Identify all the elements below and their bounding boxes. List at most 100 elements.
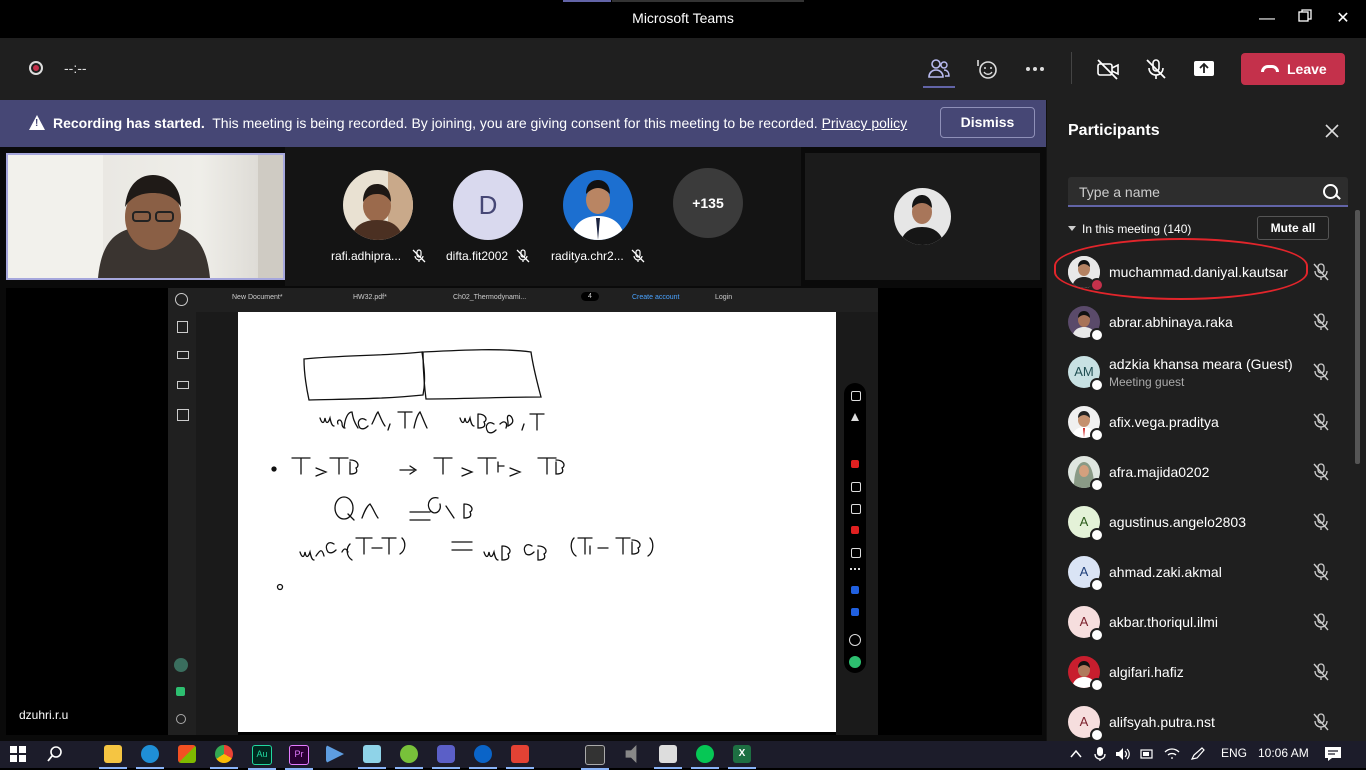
shared-tab-3: Ch02_Thermodynami... xyxy=(453,294,527,301)
participant-row[interactable]: afix.vega.praditya xyxy=(1047,400,1352,450)
chevron-up-icon[interactable] xyxy=(1070,749,1082,759)
notepad-icon[interactable] xyxy=(358,745,386,769)
more-participants-button[interactable]: +135 xyxy=(673,168,743,238)
notifications-icon[interactable] xyxy=(1324,746,1342,762)
participant-row[interactable]: A akbar.thoriqul.ilmi xyxy=(1047,600,1352,650)
title-accent-2 xyxy=(612,0,804,2)
status-badge xyxy=(1090,728,1104,741)
participant-video-tile[interactable] xyxy=(805,153,1040,280)
more-actions-button[interactable] xyxy=(1022,56,1048,82)
chevron-down-icon xyxy=(1068,226,1076,231)
privacy-policy-link[interactable]: Privacy policy xyxy=(822,115,908,131)
mic-off-icon xyxy=(412,249,426,263)
language-indicator[interactable]: ENG xyxy=(1221,746,1247,760)
teams-icon[interactable] xyxy=(432,745,460,769)
participants-panel: Participants Type a name In this meeting… xyxy=(1046,100,1366,741)
banner-text: Recording has started. This meeting is b… xyxy=(53,115,907,131)
participant-name: algifari.hafiz xyxy=(1109,664,1184,680)
maximize-button[interactable] xyxy=(1294,8,1316,30)
mic-off-icon[interactable] xyxy=(1313,663,1329,681)
participant-row[interactable]: A alifsyah.putra.nst xyxy=(1047,700,1352,741)
microphone-icon[interactable] xyxy=(1094,746,1106,762)
shared-tab-2: HW32.pdf* xyxy=(353,294,387,301)
mic-off-icon[interactable] xyxy=(1313,713,1329,731)
search-input[interactable]: Type a name xyxy=(1068,177,1348,207)
toolbar-separator xyxy=(1071,52,1072,84)
in-meeting-header[interactable]: In this meeting (140) xyxy=(1068,222,1191,236)
pen-toolbar xyxy=(844,383,866,673)
close-icon[interactable] xyxy=(1323,122,1341,140)
mic-off-icon[interactable] xyxy=(1313,613,1329,631)
pen-icon[interactable] xyxy=(1190,747,1206,761)
utorrent-icon[interactable] xyxy=(395,745,423,769)
participants-toggle-button[interactable] xyxy=(923,56,955,88)
banner-message: This meeting is being recorded. By joini… xyxy=(212,115,818,131)
leave-button[interactable]: Leave xyxy=(1241,53,1345,85)
file-explorer-icon[interactable] xyxy=(99,745,127,769)
webex-icon[interactable] xyxy=(469,745,497,769)
media-player-icon[interactable] xyxy=(326,745,344,763)
excel-icon[interactable]: X xyxy=(728,745,756,769)
create-account-link: Create account xyxy=(632,294,680,301)
ppt-tool-icon[interactable] xyxy=(506,745,534,769)
participant-row[interactable]: algifari.hafiz xyxy=(1047,650,1352,700)
pointer-icon xyxy=(851,413,859,421)
premiere-icon[interactable]: Pr xyxy=(285,745,313,770)
mic-off-icon[interactable] xyxy=(1313,513,1329,531)
people-icon xyxy=(928,59,950,78)
mute-all-button[interactable]: Mute all xyxy=(1257,216,1329,240)
in-meeting-label: In this meeting (140) xyxy=(1082,222,1192,236)
participant-name: ahmad.zaki.akmal xyxy=(1109,564,1222,580)
participant-row[interactable]: abrar.abhinaya.raka xyxy=(1047,300,1352,350)
edge-icon[interactable] xyxy=(136,745,164,769)
leave-label: Leave xyxy=(1287,61,1327,77)
close-window-button[interactable]: ✕ xyxy=(1332,8,1354,30)
red-circle-annotation xyxy=(1054,238,1308,300)
red-marker-icon xyxy=(851,526,859,534)
volume-icon[interactable] xyxy=(1115,747,1131,761)
search-icon[interactable] xyxy=(46,745,64,763)
status-badge xyxy=(1090,378,1104,392)
mic-off-icon[interactable] xyxy=(1313,463,1329,481)
participant-row[interactable]: A agustinus.angelo2803 xyxy=(1047,500,1352,550)
login-link: Login xyxy=(715,294,733,301)
store-icon[interactable] xyxy=(178,745,196,763)
clock[interactable]: 10:06 AM xyxy=(1258,746,1309,760)
self-video-tile[interactable] xyxy=(6,153,285,280)
status-badge xyxy=(1090,528,1104,542)
participant-row[interactable]: A ahmad.zaki.akmal xyxy=(1047,550,1352,600)
battery-icon[interactable] xyxy=(1140,747,1154,761)
mic-off-icon[interactable] xyxy=(1313,313,1329,331)
windows-start-icon[interactable] xyxy=(9,745,27,763)
dismiss-button[interactable]: Dismiss xyxy=(940,107,1035,138)
line-icon[interactable] xyxy=(691,745,719,769)
mic-off-icon[interactable] xyxy=(1313,263,1329,281)
terminal-icon[interactable] xyxy=(581,745,609,770)
strip-name-rafi: rafi.adhipra... xyxy=(331,249,402,263)
mic-toggle-button[interactable] xyxy=(1143,56,1169,82)
share-screen-button[interactable] xyxy=(1191,56,1217,82)
chrome-icon[interactable] xyxy=(210,745,238,769)
participant-row[interactable]: AM adzkia khansa meara (Guest) Meeting g… xyxy=(1047,350,1352,400)
mic-off-icon[interactable] xyxy=(1313,363,1329,381)
share-icon xyxy=(1194,61,1214,76)
shared-tab-1: New Document* xyxy=(232,294,283,301)
eraser-icon xyxy=(851,482,861,492)
scrollbar[interactable] xyxy=(1355,210,1360,464)
mic-off-icon[interactable] xyxy=(1313,413,1329,431)
camera-toggle-button[interactable] xyxy=(1095,56,1121,82)
title-accent xyxy=(563,0,611,2)
record-icon xyxy=(849,656,861,668)
paint-icon[interactable] xyxy=(654,745,682,769)
audio-icon[interactable] xyxy=(625,745,637,763)
reactions-button[interactable] xyxy=(974,56,1000,82)
mic-off-icon xyxy=(1146,59,1166,79)
participant-name: alifsyah.putra.nst xyxy=(1109,714,1215,730)
status-badge xyxy=(1090,328,1104,342)
audition-icon[interactable]: Au xyxy=(248,745,276,770)
participant-name: akbar.thoriqul.ilmi xyxy=(1109,614,1218,630)
participant-row[interactable]: afra.majida0202 xyxy=(1047,450,1352,500)
wifi-icon[interactable] xyxy=(1164,747,1180,761)
minimize-button[interactable]: — xyxy=(1256,8,1278,30)
mic-off-icon[interactable] xyxy=(1313,563,1329,581)
